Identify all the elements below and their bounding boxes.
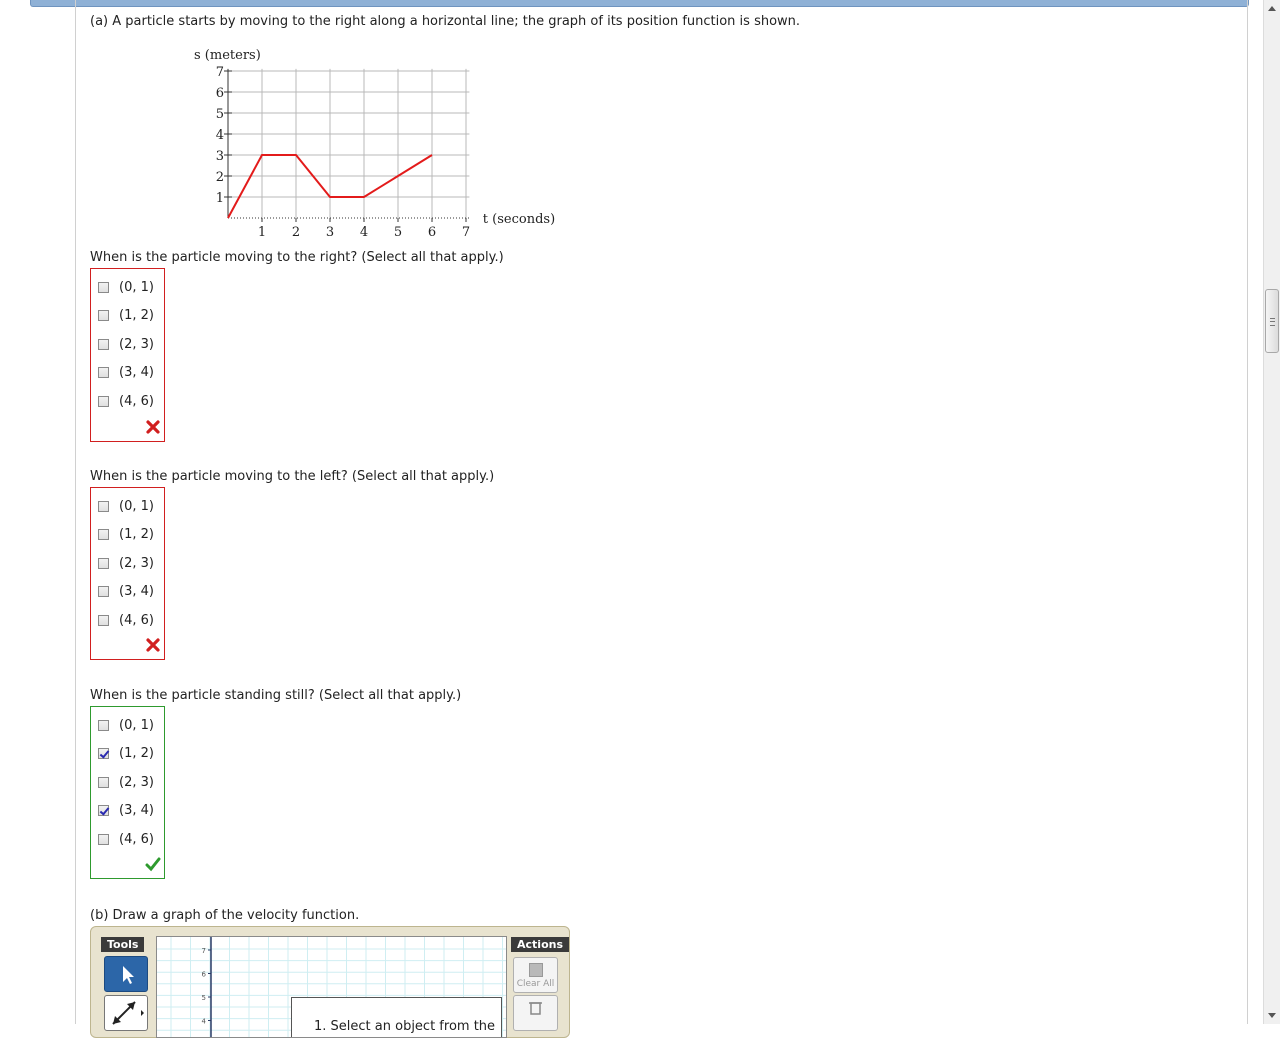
x-tick-label: 1 — [258, 225, 266, 240]
line-segment-icon — [112, 1001, 144, 1025]
option-checkbox[interactable] — [98, 310, 109, 322]
y-tick-label: 2 — [216, 170, 224, 185]
position-chart: 1 2 3 4 5 6 7 1 2 3 4 5 6 7 s (meters) t (seconds) — [194, 48, 555, 240]
answer-option[interactable]: (4, 6) — [98, 610, 154, 630]
answer-option[interactable]: (1, 2) — [98, 744, 154, 764]
option-label: (1, 2) — [119, 527, 154, 543]
option-checkbox[interactable] — [98, 805, 109, 817]
option-label: (3, 4) — [119, 365, 154, 381]
answer-option[interactable]: (2, 3) — [98, 553, 154, 573]
option-label: (0, 1) — [119, 279, 154, 295]
option-checkbox[interactable] — [98, 395, 109, 407]
pointer-arrow-icon — [123, 966, 134, 984]
part-a-prompt: (a) A particle starts by moving to the r… — [90, 14, 801, 29]
canvas-tick-label: 7 — [202, 947, 206, 955]
delete-button[interactable] — [513, 995, 558, 1031]
option-label: (4, 6) — [119, 612, 154, 628]
option-label: (4, 6) — [119, 393, 154, 409]
question-prompt: When is the particle standing still? (Se… — [90, 688, 462, 703]
answer-option[interactable]: (3, 4) — [98, 363, 154, 383]
tools-header: Tools — [101, 937, 145, 952]
x-tick-label: 2 — [292, 225, 300, 240]
option-label: (0, 1) — [119, 498, 154, 514]
option-checkbox[interactable] — [98, 529, 109, 541]
answer-option[interactable]: (0, 1) — [98, 496, 154, 516]
y-tick-label: 3 — [216, 149, 224, 164]
option-checkbox[interactable] — [98, 281, 109, 293]
y-tick-label: 7 — [216, 65, 224, 80]
canvas-tick-label: 4 — [202, 1018, 207, 1026]
option-label: (2, 3) — [119, 774, 154, 790]
answer-box: (0, 1) (1, 2) (2, 3) (3, 4) (4, 6) — [90, 706, 165, 879]
x-tick-label: 7 — [462, 225, 470, 240]
y-axis-label: s (meters) — [194, 48, 261, 63]
actions-header: Actions — [511, 937, 569, 952]
vertical-scrollbar[interactable] — [1263, 0, 1280, 1024]
grip-icon — [1270, 318, 1275, 326]
scrollbar-thumb[interactable] — [1265, 289, 1279, 353]
clear-all-label: Clear All — [516, 979, 555, 989]
tooltip-text: 1. Select an object from the — [314, 1019, 496, 1034]
answer-option[interactable]: (0, 1) — [98, 277, 154, 297]
scroll-up-icon — [1268, 6, 1276, 11]
option-label: (3, 4) — [119, 584, 154, 600]
option-checkbox[interactable] — [98, 586, 109, 598]
x-tick-label: 6 — [428, 225, 436, 240]
canvas-tick-label: 6 — [202, 971, 207, 979]
y-tick-label: 1 — [216, 191, 224, 206]
incorrect-x-icon — [146, 638, 160, 652]
instruction-tooltip: 1. Select an object from the — [291, 997, 502, 1037]
question-prompt: When is the particle moving to the right… — [90, 250, 504, 265]
answer-option[interactable]: (0, 1) — [98, 715, 154, 735]
answer-option[interactable]: (2, 3) — [98, 772, 154, 792]
x-tick-label: 4 — [360, 225, 368, 240]
answer-box: (0, 1) (1, 2) (2, 3) (3, 4) (4, 6) — [90, 487, 165, 660]
part-b-prompt: (b) Draw a graph of the velocity functio… — [90, 908, 360, 923]
x-axis-label: t (seconds) — [483, 212, 555, 227]
answer-box: (0, 1) (1, 2) (2, 3) (3, 4) (4, 6) — [90, 268, 165, 442]
trash-icon — [529, 1002, 542, 1015]
option-label: (4, 6) — [119, 831, 154, 847]
pointer-tool-button[interactable] — [104, 956, 148, 992]
option-checkbox[interactable] — [98, 776, 109, 788]
answer-option[interactable]: (2, 3) — [98, 334, 154, 354]
answer-option[interactable]: (3, 4) — [98, 801, 154, 821]
clear-all-icon — [529, 963, 543, 977]
answer-option[interactable]: (1, 2) — [98, 306, 154, 326]
answer-option[interactable]: (3, 4) — [98, 582, 154, 602]
option-label: (2, 3) — [119, 336, 154, 352]
option-checkbox[interactable] — [98, 748, 109, 760]
incorrect-x-icon — [146, 420, 160, 434]
graphing-tool: Tools 7654 1. Select an object from the … — [90, 926, 570, 1038]
option-checkbox[interactable] — [98, 833, 109, 845]
scroll-down-icon — [1268, 1013, 1276, 1018]
x-tick-label: 3 — [326, 225, 334, 240]
option-checkbox[interactable] — [98, 557, 109, 569]
line-tool-button[interactable] — [104, 995, 148, 1031]
x-tick-label: 5 — [394, 225, 402, 240]
y-tick-label: 4 — [216, 128, 224, 143]
question-prompt: When is the particle moving to the left?… — [90, 469, 495, 484]
option-label: (2, 3) — [119, 555, 154, 571]
answer-option[interactable]: (1, 2) — [98, 525, 154, 545]
option-checkbox[interactable] — [98, 614, 109, 626]
answer-option[interactable]: (4, 6) — [98, 829, 154, 849]
option-label: (1, 2) — [119, 746, 154, 762]
option-checkbox[interactable] — [98, 338, 109, 350]
graph-canvas[interactable]: 7 6 5 4 1. Select an object from the — [156, 936, 507, 1038]
option-checkbox[interactable] — [98, 500, 109, 512]
option-label: (3, 4) — [119, 803, 154, 819]
canvas-tick-label: 5 — [202, 994, 206, 1002]
option-checkbox[interactable] — [98, 719, 109, 731]
clear-all-button[interactable]: Clear All — [513, 957, 558, 993]
option-checkbox[interactable] — [98, 367, 109, 379]
option-label: (0, 1) — [119, 717, 154, 733]
correct-check-icon — [145, 857, 161, 872]
y-tick-label: 6 — [216, 86, 224, 101]
answer-option[interactable]: (4, 6) — [98, 391, 154, 411]
y-tick-label: 5 — [216, 107, 224, 122]
option-label: (1, 2) — [119, 308, 154, 324]
